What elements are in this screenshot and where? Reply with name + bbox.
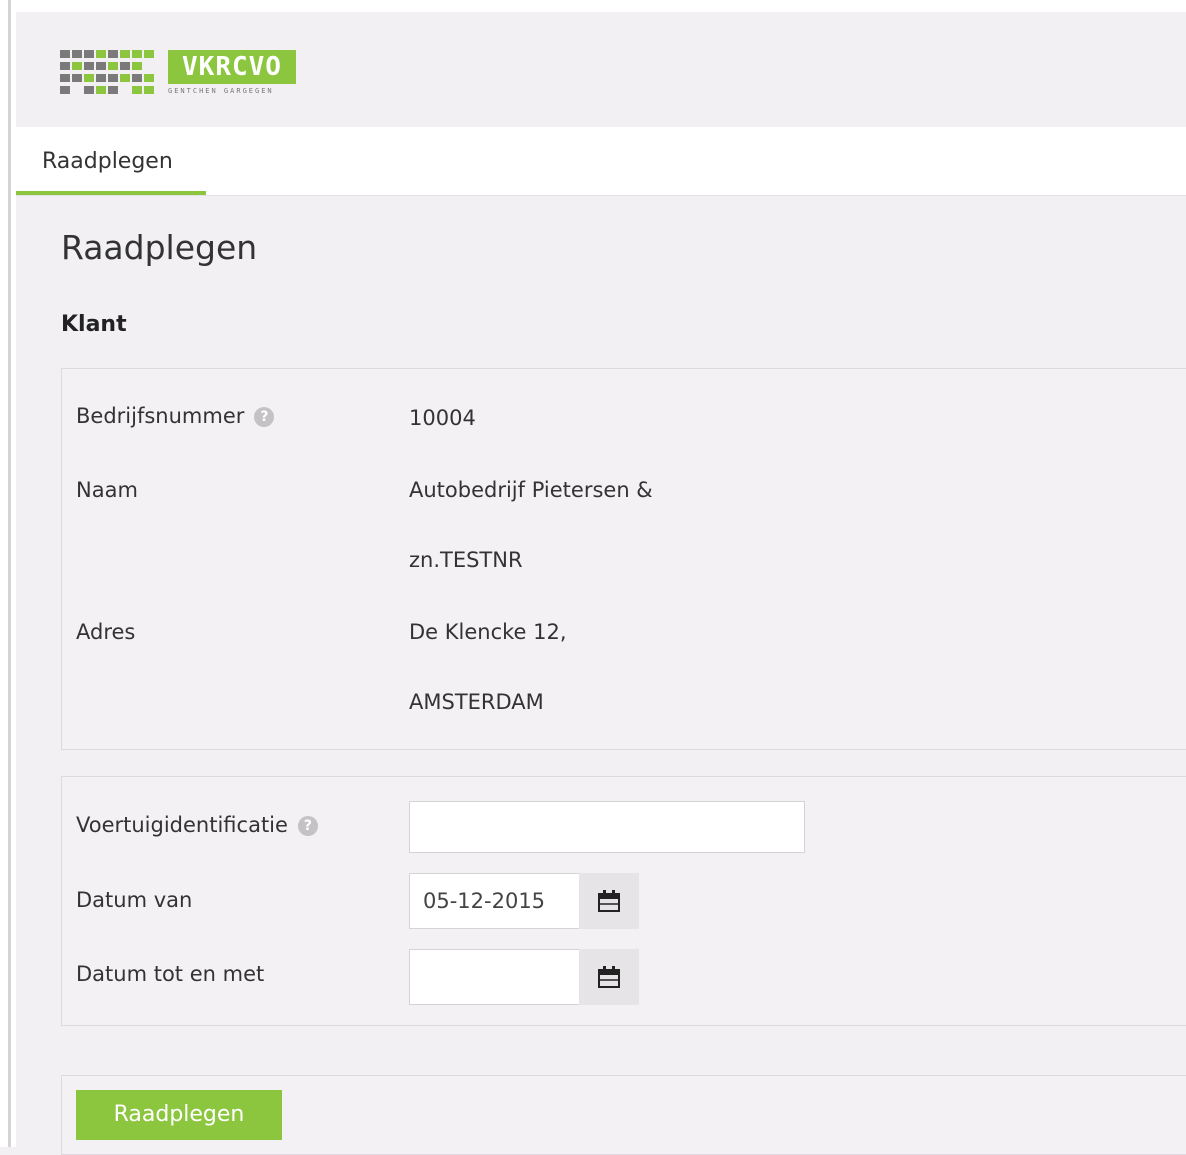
tab-raadplegen[interactable]: Raadplegen [16,127,206,195]
datum-van-input[interactable]: 05-12-2015 [409,873,579,929]
logo-grid-icon [60,50,160,94]
section-title-klant: Klant [61,312,127,337]
raadplegen-button[interactable]: Raadplegen [76,1090,282,1140]
logo-tagline: GENTCHEN GARGEGEN [168,87,274,95]
datum-tot-label: Datum tot en met [76,962,265,986]
page-title: Raadplegen [61,228,258,267]
adres-label: Adres [76,620,136,644]
logo: VKRCVO GENTCHEN GARGEGEN [60,50,300,96]
naam-value-line1: Autobedrijf Pietersen & [409,478,653,502]
bedrijfsnummer-label: Bedrijfsnummer [76,404,245,428]
adres-value-line1: De Klencke 12, [409,620,567,644]
logo-brand: VKRCVO [168,50,296,84]
naam-label: Naam [76,478,138,502]
voertuig-label: Voertuigidentificatie [76,813,288,837]
bedrijfsnummer-label-row: Bedrijfsnummer? [76,404,275,428]
datum-van-label: Datum van [76,888,193,912]
datum-van-calendar-button[interactable] [579,873,639,929]
voertuig-input[interactable] [409,801,805,853]
top-strip [16,0,1186,12]
voertuig-label-row: Voertuigidentificatie? [76,813,318,837]
calendar-icon [598,966,620,988]
adres-value-line2: AMSTERDAM [409,690,544,714]
bedrijfsnummer-value: 10004 [409,406,476,430]
calendar-icon [598,890,620,912]
tab-label: Raadplegen [42,149,173,174]
datum-tot-input[interactable] [409,949,579,1005]
top-nav: Raadplegen [16,127,1186,196]
naam-value-line2: zn.TESTNR [409,548,523,572]
left-rule [0,0,16,1147]
datum-tot-calendar-button[interactable] [579,949,639,1005]
help-icon[interactable]: ? [297,816,318,836]
help-icon[interactable]: ? [254,407,275,427]
